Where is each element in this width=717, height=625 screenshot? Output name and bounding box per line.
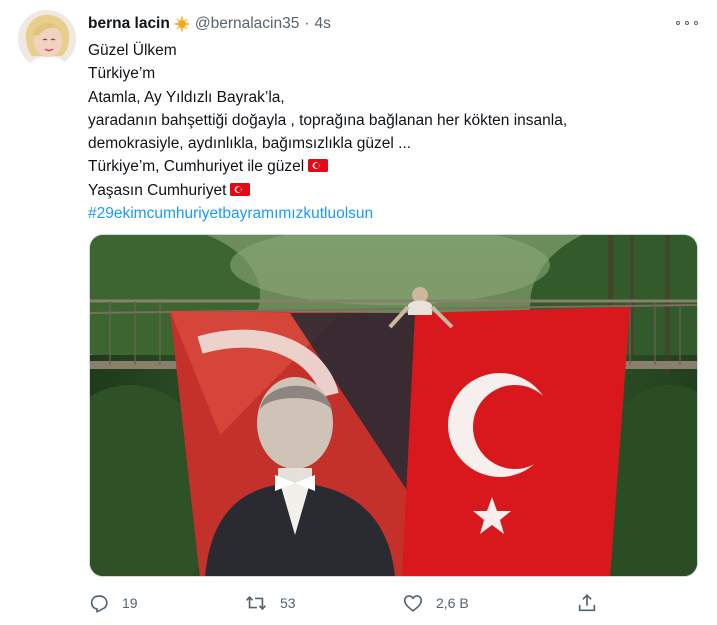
like-button[interactable]: 2,6 B: [402, 590, 469, 616]
sun-emoji-icon: [173, 15, 191, 33]
tweet-header: berna lacin @bernalacin35 · 4s: [88, 14, 331, 34]
tweet-line-with-flag: Yaşasın Cumhuriyet: [88, 179, 698, 202]
retweet-count: 53: [280, 595, 296, 611]
like-count: 2,6 B: [436, 595, 469, 611]
author-handle[interactable]: @bernalacin35: [195, 15, 300, 33]
retweet-icon: [246, 595, 266, 611]
avatar[interactable]: [18, 10, 76, 68]
tweet-line: yaradanın bahşettiği doğayla , toprağına…: [88, 111, 568, 129]
hashtag-link[interactable]: #29ekimcumhuriyetbayramımızkutluolsun: [88, 202, 698, 225]
more-icon[interactable]: [676, 14, 698, 32]
share-icon: [578, 594, 596, 612]
tweet-line: demokrasiyle, aydınlıkla, bağımsızlıkla …: [88, 135, 412, 153]
tweet-timestamp[interactable]: 4s: [315, 15, 331, 33]
tweet-line: Türkiye’m, Cumhuriyet ile güzel: [88, 158, 305, 176]
reply-icon: [90, 595, 108, 613]
flags-on-bridge-photo: [90, 235, 697, 576]
reply-count: 19: [122, 595, 138, 611]
tweet-media-image[interactable]: [89, 234, 698, 577]
share-button[interactable]: [576, 590, 598, 616]
tweet-line: Türkiye’m: [88, 65, 156, 83]
tweet-text: Güzel Ülkem Türkiye’m Atamla, Ay Yıldızl…: [88, 39, 698, 225]
tweet-action-bar: 19 53 2,6 B: [88, 590, 608, 616]
author-name[interactable]: berna lacin: [88, 15, 170, 33]
turkish-flag-emoji-icon: [308, 159, 329, 173]
tweet-line: Güzel Ülkem: [88, 42, 177, 59]
separator-dot: ·: [304, 15, 310, 32]
reply-button[interactable]: 19: [88, 590, 138, 616]
heart-icon: [403, 595, 423, 612]
tweet: berna lacin @bernalacin35 · 4s Güzel Ülk…: [0, 0, 717, 625]
tweet-line-with-flag: Türkiye’m, Cumhuriyet ile güzel: [88, 155, 698, 178]
tweet-line: Atamla, Ay Yıldızlı Bayrak’la,: [88, 88, 285, 106]
tweet-line: Yaşasın Cumhuriyet: [88, 181, 227, 199]
retweet-button[interactable]: 53: [244, 590, 296, 616]
turkish-flag-emoji-icon: [230, 182, 251, 196]
